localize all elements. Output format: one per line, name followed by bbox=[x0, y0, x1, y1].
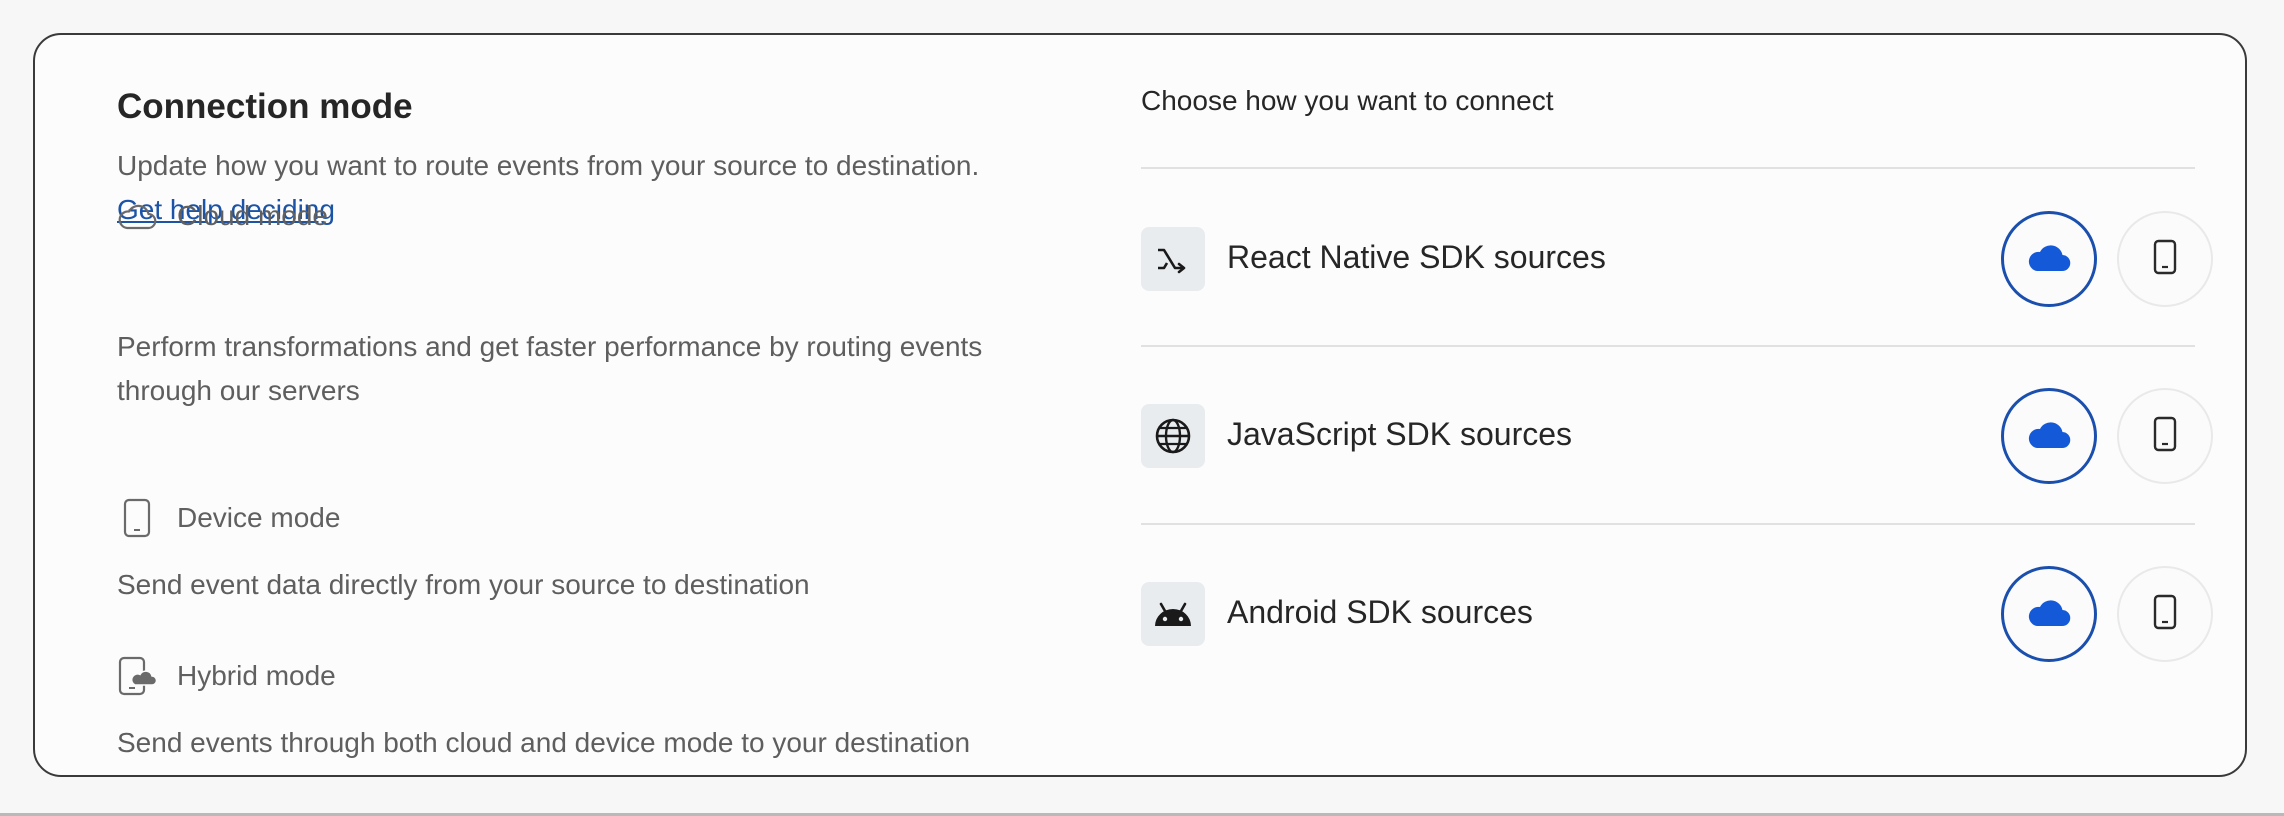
cloud-mode-label: Cloud mode bbox=[177, 200, 328, 231]
source-label: React Native SDK sources bbox=[1227, 239, 1606, 275]
globe-icon bbox=[1141, 404, 1205, 468]
device-mode-button[interactable] bbox=[2117, 388, 2213, 484]
description-text: Update how you want to route events from… bbox=[117, 150, 980, 181]
device-mode-description: Send event data directly from your sourc… bbox=[117, 569, 810, 600]
phone-icon bbox=[2153, 239, 2177, 280]
device-mode-heading: Device mode bbox=[117, 498, 340, 538]
source-row-android: Android SDK sources bbox=[1141, 564, 2213, 664]
cloud-mode-heading: Cloud mode bbox=[117, 196, 328, 236]
cloud-icon bbox=[2026, 595, 2072, 634]
source-row-react-native: React Native SDK sources bbox=[1141, 209, 2213, 309]
hybrid-mode-description: Send events through both cloud and devic… bbox=[117, 727, 971, 758]
source-label: Android SDK sources bbox=[1227, 594, 1533, 630]
phone-icon bbox=[2153, 416, 2177, 457]
cloud-icon bbox=[2026, 240, 2072, 279]
divider bbox=[1141, 167, 2195, 169]
device-mode-button[interactable] bbox=[2117, 566, 2213, 662]
cloud-mode-button[interactable] bbox=[2001, 566, 2097, 662]
phone-icon bbox=[2153, 594, 2177, 635]
device-mode-label: Device mode bbox=[177, 502, 341, 533]
android-icon bbox=[1141, 582, 1205, 646]
connection-mode-card: Connection mode Update how you want to r… bbox=[33, 33, 2247, 777]
hybrid-mode-heading: Hybrid mode bbox=[117, 656, 336, 696]
react-native-icon bbox=[1141, 227, 1205, 291]
cloud-outline-icon bbox=[117, 196, 157, 236]
phone-cloud-icon bbox=[117, 656, 157, 696]
phone-outline-icon bbox=[117, 498, 157, 538]
source-label: JavaScript SDK sources bbox=[1227, 416, 1573, 452]
cloud-icon bbox=[2026, 417, 2072, 456]
connect-heading: Choose how you want to connect bbox=[1141, 85, 1554, 116]
divider bbox=[1141, 345, 2195, 347]
cloud-mode-button[interactable] bbox=[2001, 211, 2097, 307]
hybrid-mode-label: Hybrid mode bbox=[177, 660, 336, 691]
cloud-mode-description: Perform transformations and get faster p… bbox=[117, 331, 983, 406]
page-title: Connection mode bbox=[117, 87, 413, 126]
device-mode-button[interactable] bbox=[2117, 211, 2213, 307]
cloud-mode-button[interactable] bbox=[2001, 388, 2097, 484]
divider bbox=[1141, 523, 2195, 525]
source-row-javascript: JavaScript SDK sources bbox=[1141, 386, 2213, 486]
